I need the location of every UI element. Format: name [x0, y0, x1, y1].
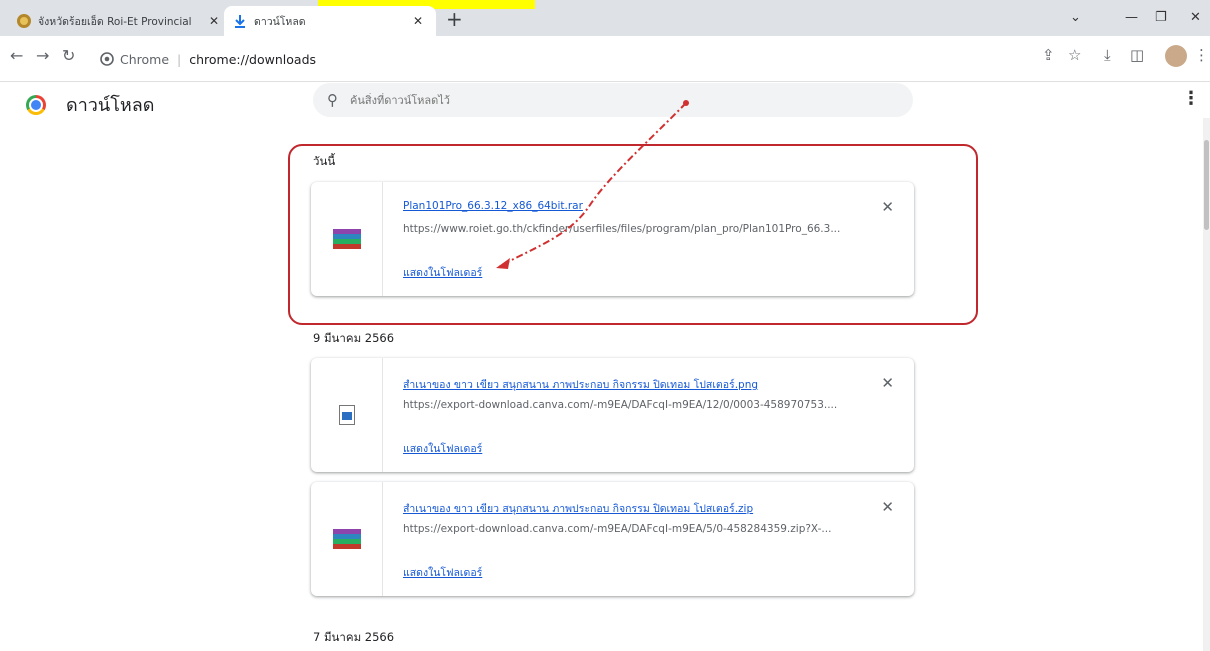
- annotation-arrow: [496, 100, 689, 269]
- scrollbar-thumb[interactable]: [1204, 140, 1209, 230]
